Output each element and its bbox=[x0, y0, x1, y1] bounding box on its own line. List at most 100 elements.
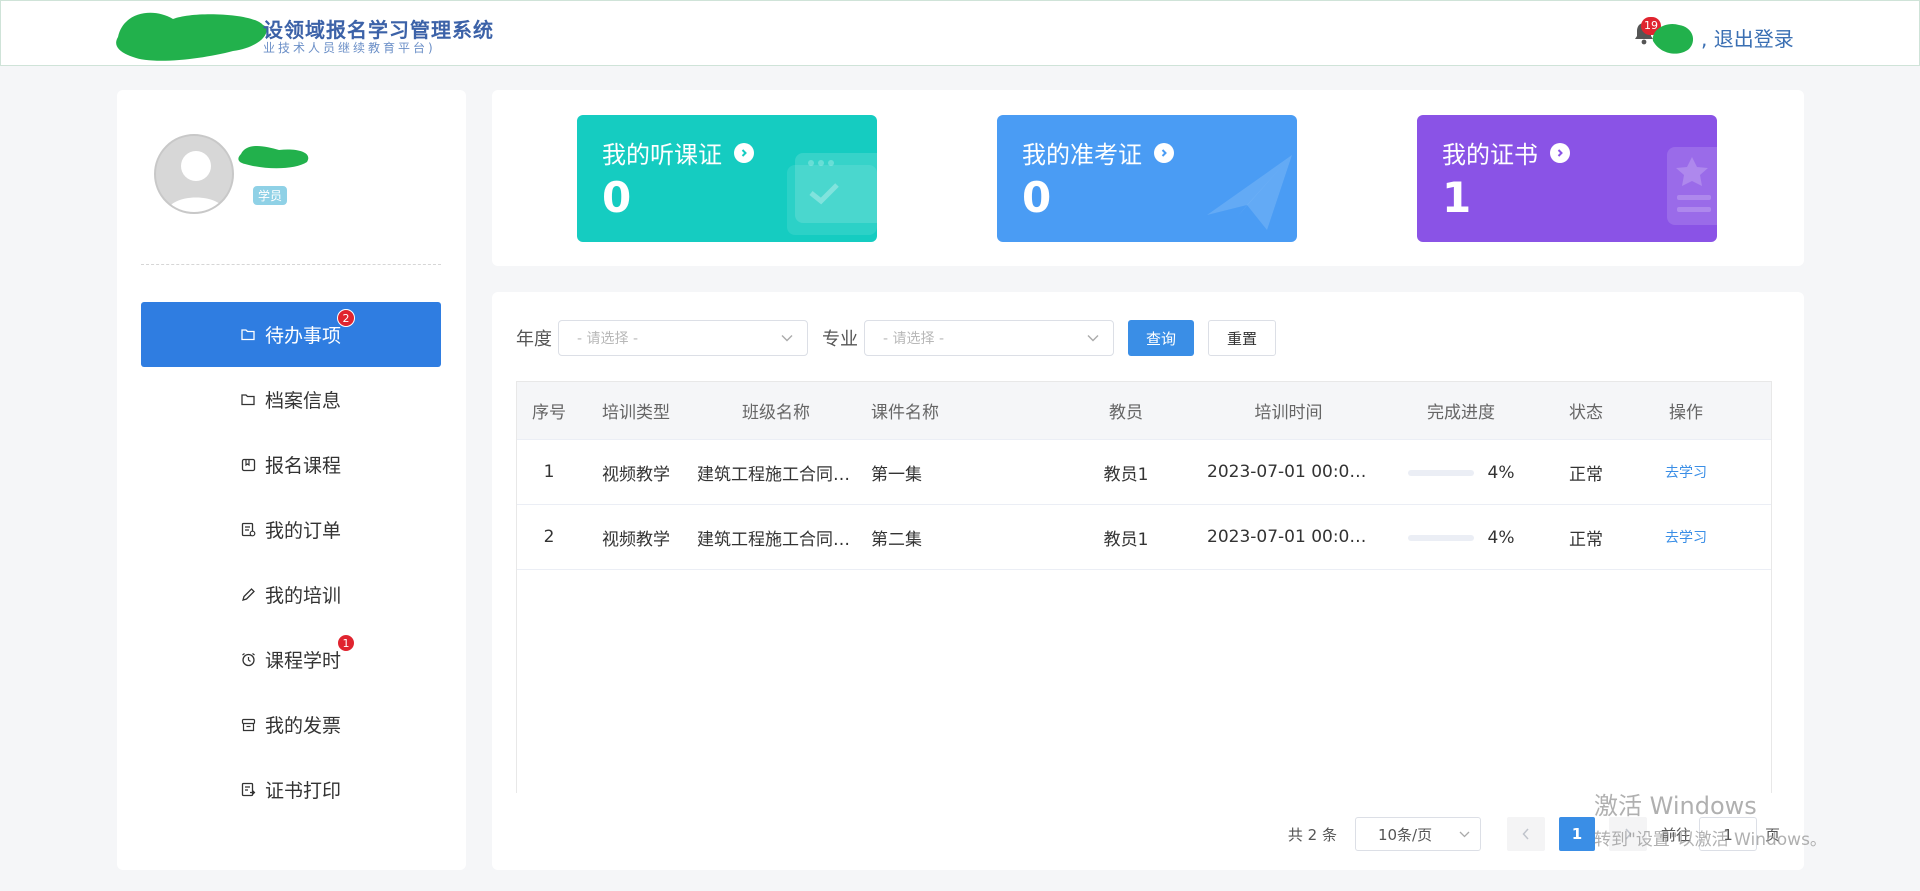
table-row[interactable]: 1 视频教学 建筑工程施工合同法... 第一集 教员1 2023-07-01 0… bbox=[517, 440, 1771, 505]
sidebar-item-label: 我的订单 bbox=[264, 520, 341, 542]
page-number-current[interactable]: 1 bbox=[1558, 817, 1595, 851]
system-subtitle: 业技术人员继续教育平台) bbox=[263, 41, 436, 55]
certificate-deco-icon bbox=[1667, 147, 1717, 225]
sidebar-item-label: 证书打印 bbox=[264, 780, 341, 802]
row-number: 1 bbox=[543, 462, 555, 482]
invoice-icon bbox=[241, 717, 257, 733]
courseware-name: 第一集 bbox=[871, 464, 922, 485]
todo-table-panel: 年度 - 请选择 - 专业 - 请选择 - 查询 重置 序号 培训类型 班级名称… bbox=[492, 292, 1804, 870]
username-redaction bbox=[1652, 23, 1694, 54]
card-title: 我的准考证 bbox=[1022, 135, 1174, 170]
teacher: 教员1 bbox=[1103, 529, 1149, 550]
progress-cell: 4% bbox=[1376, 526, 1546, 548]
progress-bar: 4% bbox=[1407, 528, 1515, 548]
sidebar-item-course-hours[interactable]: 课程学时 1 bbox=[141, 627, 441, 692]
sidebar-item-label: 报名课程 bbox=[264, 455, 341, 477]
lecture-pass-deco-icon bbox=[787, 153, 877, 235]
table-row[interactable]: 2 视频教学 建筑工程施工合同法... 第二集 教员1 2023-07-01 0… bbox=[517, 505, 1771, 570]
exam-pass-title: 我的准考证 bbox=[1022, 141, 1142, 169]
summary-cards-panel: 我的听课证 0 我的准考证 0 我的证书 1 bbox=[492, 90, 1804, 266]
column-header[interactable]: 序号 bbox=[517, 398, 581, 423]
card-title: 我的听课证 bbox=[602, 135, 754, 170]
class-name: 建筑工程施工合同法... bbox=[697, 464, 861, 485]
top-header: 设领域报名学习管理系统 业技术人员继续教育平台) 19 , 退出登录 bbox=[0, 0, 1920, 66]
progress-track bbox=[1407, 535, 1474, 541]
year-label: 年度 bbox=[516, 329, 552, 350]
row-number: 2 bbox=[543, 527, 555, 547]
total-count: 共 2 条 bbox=[1287, 825, 1337, 844]
windows-activation-watermark: 激活 Windows 转到"设置"以激活 Windows。 bbox=[1594, 786, 1827, 850]
watermark-line-2: 转到"设置"以激活 Windows。 bbox=[1594, 830, 1827, 850]
alarm-clock-icon bbox=[241, 652, 257, 668]
query-button[interactable]: 查询 bbox=[1128, 320, 1195, 356]
sidebar-divider bbox=[141, 264, 441, 265]
lecture-pass-card[interactable]: 我的听课证 0 bbox=[577, 115, 877, 242]
column-header[interactable]: 完成进度 bbox=[1376, 398, 1546, 423]
folder-icon bbox=[241, 392, 257, 408]
todo-badge: 2 bbox=[337, 309, 355, 327]
page-size-select[interactable]: 10条/页 bbox=[1354, 817, 1481, 851]
chevron-down-icon bbox=[781, 335, 793, 342]
filter-bar: 年度 - 请选择 - 专业 - 请选择 - 查询 重置 bbox=[516, 320, 1277, 356]
logout-separator: , bbox=[1701, 27, 1708, 51]
book-icon bbox=[241, 457, 257, 473]
column-header[interactable]: 培训时间 bbox=[1201, 398, 1376, 423]
column-header[interactable]: 操作 bbox=[1626, 398, 1746, 423]
prev-page-button[interactable] bbox=[1506, 817, 1545, 851]
progress-bar: 4% bbox=[1407, 463, 1515, 483]
watermark-line-1: 激活 Windows bbox=[1594, 792, 1757, 820]
paper-plane-deco-icon bbox=[1207, 155, 1292, 230]
chevron-right-icon bbox=[1154, 142, 1174, 163]
chevron-left-icon bbox=[1522, 828, 1529, 840]
column-header[interactable]: 培训类型 bbox=[581, 398, 691, 423]
chevron-right-icon bbox=[734, 142, 754, 163]
sidebar-item-orders[interactable]: 我的订单 bbox=[141, 497, 441, 562]
training-type: 视频教学 bbox=[602, 464, 670, 485]
sidebar-item-certificate-print[interactable]: 证书打印 bbox=[141, 757, 441, 822]
go-study-link[interactable]: 去学习 bbox=[1665, 530, 1707, 546]
exam-pass-card[interactable]: 我的准考证 0 bbox=[997, 115, 1297, 242]
chevron-down-icon bbox=[1459, 831, 1470, 837]
column-header[interactable]: 课件名称 bbox=[861, 398, 1051, 423]
course-hours-badge: 1 bbox=[337, 634, 355, 652]
sidebar-item-archive[interactable]: 档案信息 bbox=[141, 367, 441, 432]
class-name: 建筑工程施工合同法... bbox=[697, 529, 861, 550]
major-select-placeholder: - 请选择 - bbox=[883, 331, 945, 347]
lecture-pass-title: 我的听课证 bbox=[602, 141, 722, 169]
sidebar-menu: 待办事项 2 档案信息 报名课程 我的订单 我的培训 课程学时 1 我的发票 证… bbox=[141, 302, 441, 822]
sidebar-item-label: 待办事项 bbox=[264, 325, 341, 347]
progress-text: 4% bbox=[1487, 528, 1515, 548]
column-header[interactable]: 教员 bbox=[1051, 398, 1201, 423]
column-header[interactable]: 状态 bbox=[1546, 398, 1626, 423]
courseware-name: 第二集 bbox=[871, 529, 922, 550]
exam-pass-count: 0 bbox=[1022, 173, 1052, 222]
chevron-right-icon bbox=[1550, 142, 1570, 163]
column-header[interactable]: 班级名称 bbox=[691, 398, 861, 423]
pencil-icon bbox=[241, 587, 257, 603]
progress-track bbox=[1407, 470, 1474, 476]
sidebar-item-label: 我的培训 bbox=[264, 585, 341, 607]
sidebar-item-invoices[interactable]: 我的发票 bbox=[141, 692, 441, 757]
training-time: 2023-07-01 00:00... bbox=[1207, 462, 1376, 482]
progress-cell: 4% bbox=[1376, 461, 1546, 483]
lecture-pass-count: 0 bbox=[602, 173, 632, 222]
sidebar-item-training[interactable]: 我的培训 bbox=[141, 562, 441, 627]
reset-button[interactable]: 重置 bbox=[1208, 320, 1277, 356]
action-cell: 去学习 bbox=[1626, 527, 1746, 547]
sidebar-item-label: 我的发票 bbox=[264, 715, 341, 737]
card-title: 我的证书 bbox=[1442, 135, 1570, 170]
sidebar-item-enroll-course[interactable]: 报名课程 bbox=[141, 432, 441, 497]
major-select[interactable]: - 请选择 - bbox=[864, 320, 1114, 356]
year-select-placeholder: - 请选择 - bbox=[577, 331, 639, 347]
year-select[interactable]: - 请选择 - bbox=[558, 320, 808, 356]
training-time: 2023-07-01 00:00... bbox=[1207, 527, 1376, 547]
folder-open-icon bbox=[241, 327, 257, 343]
progress-text: 4% bbox=[1487, 463, 1515, 483]
go-study-link[interactable]: 去学习 bbox=[1665, 465, 1707, 481]
sidebar-item-todo[interactable]: 待办事项 2 bbox=[141, 302, 441, 367]
certificate-card[interactable]: 我的证书 1 bbox=[1417, 115, 1717, 242]
training-type: 视频教学 bbox=[602, 529, 670, 550]
role-badge: 学员 bbox=[253, 186, 288, 205]
sidebar-item-label: 课程学时 bbox=[264, 650, 341, 672]
logout-link[interactable]: 退出登录 bbox=[1714, 27, 1794, 51]
